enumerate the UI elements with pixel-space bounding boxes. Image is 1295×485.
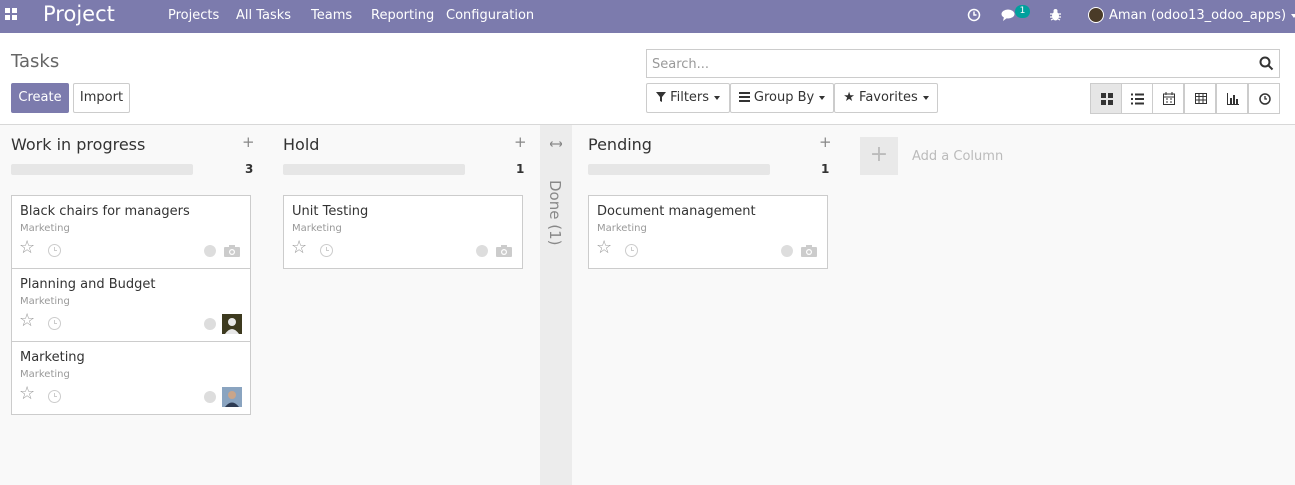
column-progress-bar [11,164,193,175]
bar-chart-icon [1227,93,1239,105]
card-title: Planning and Budget [20,277,156,292]
group-by-icon [738,92,750,102]
card-title: Unit Testing [292,204,369,219]
folded-column-label[interactable]: Done (1) [546,180,564,245]
calendar-view-button[interactable] [1152,83,1184,114]
table-icon [1195,93,1207,104]
search-icon[interactable] [1259,56,1274,71]
filters-label: Filters [670,90,710,105]
menu-reporting[interactable]: Reporting [371,8,434,23]
apps-menu-icon[interactable] [5,8,18,21]
list-icon [1131,93,1144,105]
calendar-icon [1163,92,1175,105]
quick-create-plus-icon[interactable]: + [242,133,255,151]
debug-bug-icon[interactable] [1049,8,1062,22]
menu-all-tasks[interactable]: All Tasks [236,8,291,23]
card-tag: Marketing [292,223,342,234]
quick-create-plus-icon[interactable]: + [514,133,527,151]
column-title-pending[interactable]: Pending [588,135,652,154]
add-column-button[interactable]: + [860,137,898,175]
kanban-state-dot[interactable] [204,245,216,257]
filters-button[interactable]: Filters [646,83,730,113]
filters-caret-icon [714,95,721,100]
activity-view-button[interactable] [1248,83,1280,114]
priority-star-icon[interactable]: ☆ [291,239,307,257]
group-by-label: Group By [753,90,815,105]
kanban-card[interactable]: Document management Marketing ☆ [588,195,828,269]
card-title: Black chairs for managers [20,204,190,219]
kanban-card[interactable]: Unit Testing Marketing ☆ [283,195,523,269]
column-count: 3 [245,162,254,176]
kanban-state-dot[interactable] [204,318,216,330]
column-progress-bar [588,164,770,175]
favorites-star-icon: ★ [843,90,855,105]
activity-clock-icon[interactable] [320,244,333,257]
add-column-label[interactable]: Add a Column [912,149,1003,164]
kanban-view-button[interactable] [1090,83,1122,114]
card-tag: Marketing [20,296,70,307]
camera-icon [801,245,817,257]
user-name-label: Aman (odoo13_odoo_apps) [1109,8,1287,23]
card-tag: Marketing [20,223,70,234]
control-panel: Tasks Create Import Filters Group By ★ F… [0,33,1295,125]
favorites-button[interactable]: ★ Favorites [834,83,938,113]
page-title: Tasks [11,51,60,72]
activity-clock-icon[interactable] [625,244,638,257]
group-by-caret-icon [819,95,826,100]
priority-star-icon[interactable]: ☆ [19,312,35,330]
user-avatar[interactable] [1088,7,1104,23]
assignee-avatar [222,314,242,334]
pivot-view-button[interactable] [1184,83,1216,114]
kanban-icon [1101,93,1113,105]
app-brand[interactable]: Project [43,2,115,26]
activity-clock-icon[interactable] [48,390,61,403]
kanban-state-dot[interactable] [781,245,793,257]
top-navbar: Project Projects All Tasks Teams Reporti… [0,0,1295,33]
menu-teams[interactable]: Teams [311,8,352,23]
card-title: Marketing [20,350,85,365]
card-tag: Marketing [597,223,647,234]
graph-view-button[interactable] [1216,83,1248,114]
activity-clock-icon[interactable] [48,317,61,330]
import-button[interactable]: Import [73,83,130,113]
kanban-card[interactable]: Marketing Marketing ☆ [11,341,251,415]
card-title: Document management [597,204,756,219]
search-box [646,49,1280,78]
camera-icon [496,245,512,257]
clock-icon [1259,93,1271,105]
column-count: 1 [516,162,525,176]
card-tag: Marketing [20,369,70,380]
priority-star-icon[interactable]: ☆ [596,239,612,257]
create-button[interactable]: Create [11,83,69,113]
priority-star-icon[interactable]: ☆ [19,385,35,403]
column-title-hold[interactable]: Hold [283,135,319,154]
user-caret-icon [1291,13,1295,18]
messages-badge: 1 [1015,5,1030,18]
filter-icon [655,92,666,102]
menu-projects[interactable]: Projects [168,8,219,23]
column-progress-bar [283,164,465,175]
search-input[interactable] [652,55,1242,73]
activity-clock-icon[interactable] [967,8,981,22]
list-view-button[interactable] [1121,83,1153,114]
kanban-state-dot[interactable] [204,391,216,403]
kanban-state-dot[interactable] [476,245,488,257]
folded-column-done[interactable] [540,125,572,485]
favorites-label: Favorites [859,90,918,105]
priority-star-icon[interactable]: ☆ [19,239,35,257]
column-title-work-in-progress[interactable]: Work in progress [11,135,145,154]
column-count: 1 [821,162,830,176]
menu-configuration[interactable]: Configuration [446,8,534,23]
user-menu[interactable]: Aman (odoo13_odoo_apps) [1109,8,1295,23]
kanban-card[interactable]: Planning and Budget Marketing ☆ [11,268,251,342]
kanban-card[interactable]: Black chairs for managers Marketing ☆ [11,195,251,269]
expand-arrows-icon[interactable] [550,140,562,148]
camera-icon [224,245,240,257]
favorites-caret-icon [922,95,929,100]
quick-create-plus-icon[interactable]: + [819,133,832,151]
assignee-avatar [222,387,242,407]
group-by-button[interactable]: Group By [730,83,834,113]
activity-clock-icon[interactable] [48,244,61,257]
